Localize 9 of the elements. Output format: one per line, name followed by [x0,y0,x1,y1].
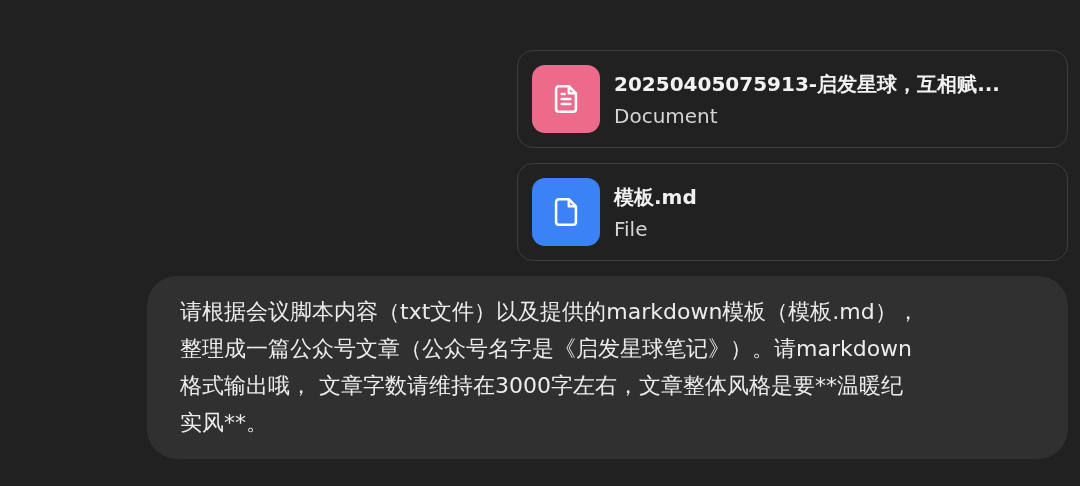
message-text: 请根据会议脚本内容（txt文件）以及提供的markdown模板（模板.md），整理成一篇公众号文章（公众号名字是《启发星球笔记》）。请markdown格式输出哦， 文章字数请维持在3000字左右，文章整体风格是要**温暖纪实风**。 [180,298,920,437]
attachment-card[interactable]: 模板.md File [517,163,1068,261]
file-name: 20250405075913-启发星球，互相赋... [614,70,1000,98]
file-name: 模板.md [614,183,697,211]
attachment-card[interactable]: 20250405075913-启发星球，互相赋... Document [517,50,1068,148]
document-icon [532,65,600,133]
file-type: File [614,216,649,241]
file-type: Document [614,103,719,128]
file-icon [532,178,600,246]
